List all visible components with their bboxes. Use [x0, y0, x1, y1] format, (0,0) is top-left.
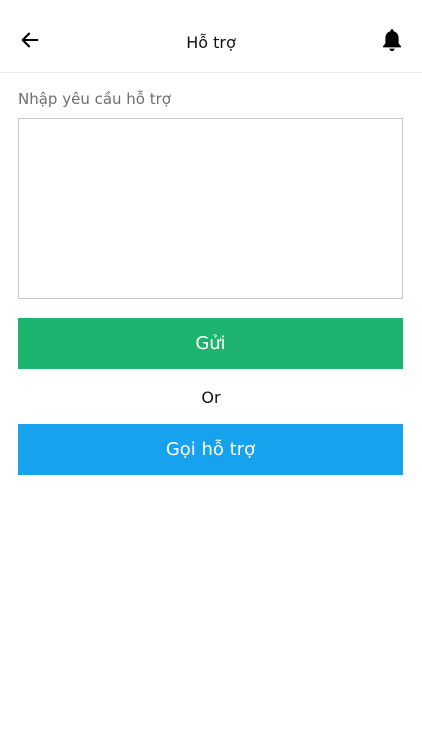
- app-header: Hỗ trợ: [0, 0, 422, 73]
- or-divider-text: Or: [201, 388, 221, 407]
- support-screen: Hỗ trợ Nhập yêu cầu hỗ trợ Gửi Or Gọi hỗ…: [0, 0, 422, 750]
- send-button[interactable]: Gửi: [18, 318, 403, 369]
- page-title: Hỗ trợ: [186, 33, 236, 52]
- call-support-button[interactable]: Gọi hỗ trợ: [18, 424, 403, 475]
- call-support-button-label: Gọi hỗ trợ: [165, 439, 256, 460]
- request-label: Nhập yêu cầu hỗ trợ: [18, 90, 171, 108]
- send-button-label: Gửi: [195, 333, 226, 354]
- notification-button[interactable]: [376, 24, 408, 56]
- bell-icon: [383, 29, 401, 52]
- support-request-input[interactable]: [18, 118, 403, 299]
